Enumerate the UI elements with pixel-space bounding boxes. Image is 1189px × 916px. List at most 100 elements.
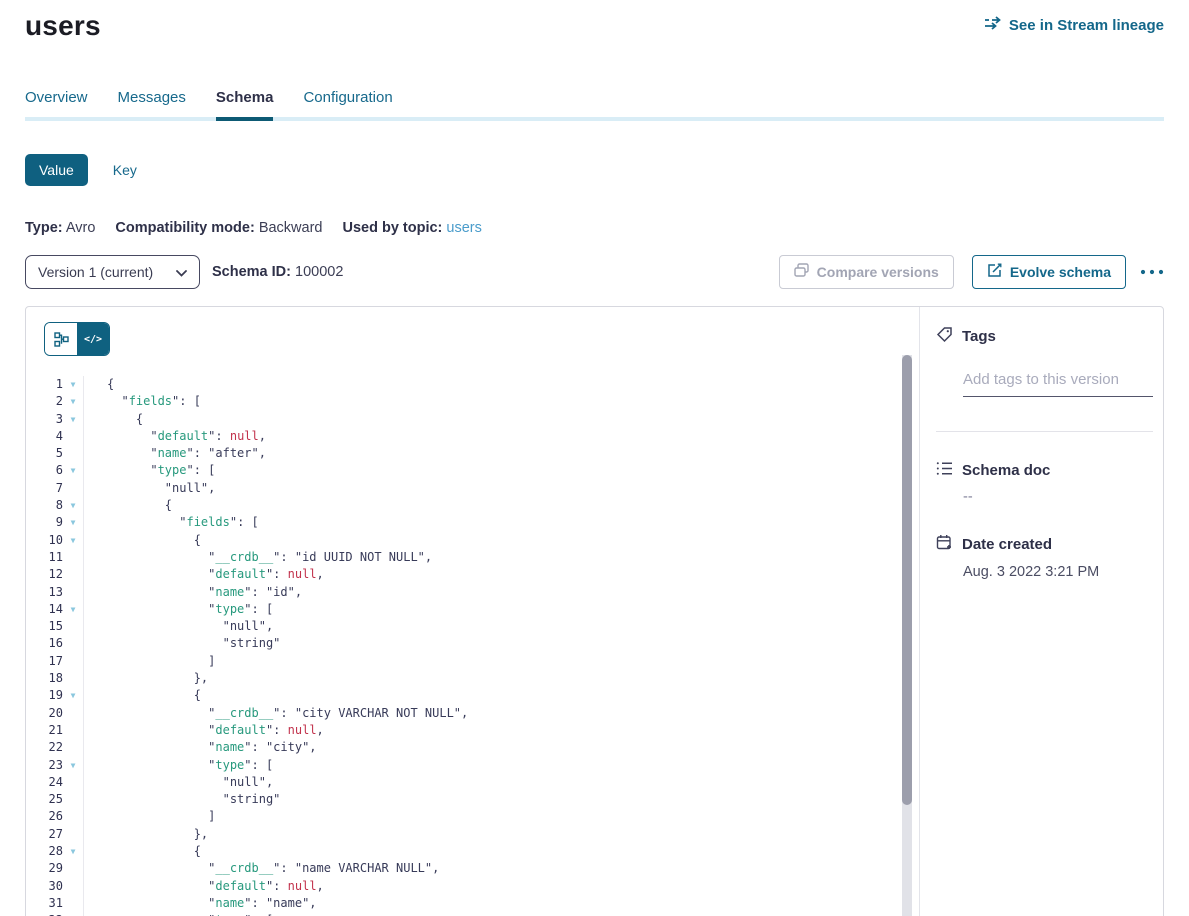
fold-toggle-icon[interactable]: ▼ xyxy=(63,376,83,393)
code-text: "default": null, xyxy=(83,722,324,739)
code-text: "__crdb__": "city VARCHAR NOT NULL", xyxy=(83,705,468,722)
code-line: 25 "string" xyxy=(26,791,919,808)
code-line: 2▼ "fields": [ xyxy=(26,393,919,410)
line-number: 26 xyxy=(26,808,63,825)
fold-spacer xyxy=(63,480,83,497)
code-line: 5 "name": "after", xyxy=(26,445,919,462)
code-text: "type": [ xyxy=(83,757,273,774)
stream-lineage-icon xyxy=(984,16,1002,34)
code-text: { xyxy=(83,687,201,704)
version-select[interactable]: Version 1 (current) xyxy=(25,255,200,289)
schema-code-pane: </> 1▼{2▼ "fields": [3▼ {4 "default": nu… xyxy=(26,307,919,916)
date-created-section: Date created Aug. 3 2022 3:21 PM xyxy=(936,534,1153,580)
fold-toggle-icon[interactable]: ▼ xyxy=(63,462,83,479)
scrollbar-thumb[interactable] xyxy=(902,355,912,805)
fold-spacer xyxy=(63,739,83,756)
compare-versions-button[interactable]: Compare versions xyxy=(779,255,954,289)
code-lines: 1▼{2▼ "fields": [3▼ {4 "default": null,5… xyxy=(26,376,919,916)
fold-toggle-icon[interactable]: ▼ xyxy=(63,912,83,916)
code-line: 30 "default": null, xyxy=(26,878,919,895)
tab-configuration[interactable]: Configuration xyxy=(303,89,392,117)
line-number: 1 xyxy=(26,376,63,393)
fold-spacer xyxy=(63,618,83,635)
tab-overview[interactable]: Overview xyxy=(25,89,88,117)
topic-link[interactable]: users xyxy=(446,220,481,236)
add-tags-input[interactable] xyxy=(963,369,1153,397)
evolve-schema-button[interactable]: Evolve schema xyxy=(972,255,1126,289)
value-toggle-button[interactable]: Value xyxy=(25,154,88,186)
code-line: 31 "name": "name", xyxy=(26,895,919,912)
view-toggle: </> xyxy=(44,322,110,356)
date-created-value: Aug. 3 2022 3:21 PM xyxy=(963,564,1153,580)
line-number: 27 xyxy=(26,826,63,843)
code-text: { xyxy=(83,376,114,393)
line-number: 29 xyxy=(26,860,63,877)
fold-spacer xyxy=(63,566,83,583)
line-number: 3 xyxy=(26,411,63,428)
page-title: users xyxy=(25,10,101,42)
code-line: 29 "__crdb__": "name VARCHAR NULL", xyxy=(26,860,919,877)
tab-bar: Overview Messages Schema Configuration xyxy=(25,89,1164,121)
more-actions-button[interactable] xyxy=(1140,269,1164,275)
code-text: "null", xyxy=(83,480,215,497)
type-field: Type: Avro xyxy=(25,220,95,236)
controls-row: Version 1 (current) Schema ID: 100002 Co… xyxy=(25,255,1164,289)
fold-spacer xyxy=(63,860,83,877)
fold-spacer xyxy=(63,653,83,670)
fold-spacer xyxy=(63,584,83,601)
fold-toggle-icon[interactable]: ▼ xyxy=(63,497,83,514)
code-text: "type": [ xyxy=(83,912,273,916)
fold-toggle-icon[interactable]: ▼ xyxy=(63,687,83,704)
code-text: { xyxy=(83,411,143,428)
code-text: "default": null, xyxy=(83,878,324,895)
tab-messages[interactable]: Messages xyxy=(118,89,186,117)
page-header: users See in Stream lineage xyxy=(25,0,1164,42)
code-text: "null", xyxy=(83,618,273,635)
code-view-button[interactable]: </> xyxy=(77,323,109,355)
line-number: 6 xyxy=(26,462,63,479)
fold-toggle-icon[interactable]: ▼ xyxy=(63,601,83,618)
key-toggle-button[interactable]: Key xyxy=(113,162,137,178)
code-text: { xyxy=(83,843,201,860)
schema-sidebar: Tags Schema doc -- xyxy=(919,307,1167,916)
tree-view-button[interactable] xyxy=(45,323,77,355)
schema-meta-row: Type: Avro Compatibility mode: Backward … xyxy=(25,220,1164,236)
line-number: 21 xyxy=(26,722,63,739)
fold-toggle-icon[interactable]: ▼ xyxy=(63,393,83,410)
line-number: 20 xyxy=(26,705,63,722)
code-line: 8▼ { xyxy=(26,497,919,514)
fold-spacer xyxy=(63,705,83,722)
fold-toggle-icon[interactable]: ▼ xyxy=(63,532,83,549)
code-text: "fields": [ xyxy=(83,393,201,410)
see-in-stream-lineage-link[interactable]: See in Stream lineage xyxy=(984,16,1164,34)
edit-schema-icon xyxy=(987,263,1002,281)
fold-spacer xyxy=(63,549,83,566)
fold-toggle-icon[interactable]: ▼ xyxy=(63,411,83,428)
schema-doc-heading: Schema doc xyxy=(936,461,1153,480)
code-line: 28▼ { xyxy=(26,843,919,860)
fold-toggle-icon[interactable]: ▼ xyxy=(63,514,83,531)
fold-toggle-icon[interactable]: ▼ xyxy=(63,757,83,774)
fold-spacer xyxy=(63,826,83,843)
line-number: 8 xyxy=(26,497,63,514)
schema-id-field: Schema ID: 100002 xyxy=(212,264,343,280)
code-line: 15 "null", xyxy=(26,618,919,635)
code-text: }, xyxy=(83,826,208,843)
code-line: 12 "default": null, xyxy=(26,566,919,583)
code-line: 27 }, xyxy=(26,826,919,843)
code-line: 10▼ { xyxy=(26,532,919,549)
sidebar-divider xyxy=(936,431,1153,432)
line-number: 11 xyxy=(26,549,63,566)
fold-toggle-icon[interactable]: ▼ xyxy=(63,843,83,860)
line-number: 4 xyxy=(26,428,63,445)
code-text: "name": "name", xyxy=(83,895,317,912)
code-text: ] xyxy=(83,808,215,825)
code-text: "string" xyxy=(83,791,280,808)
line-number: 10 xyxy=(26,532,63,549)
line-number: 9 xyxy=(26,514,63,531)
tab-schema[interactable]: Schema xyxy=(216,89,274,117)
fold-spacer xyxy=(63,895,83,912)
line-number: 25 xyxy=(26,791,63,808)
code-text: { xyxy=(83,532,201,549)
line-number: 28 xyxy=(26,843,63,860)
